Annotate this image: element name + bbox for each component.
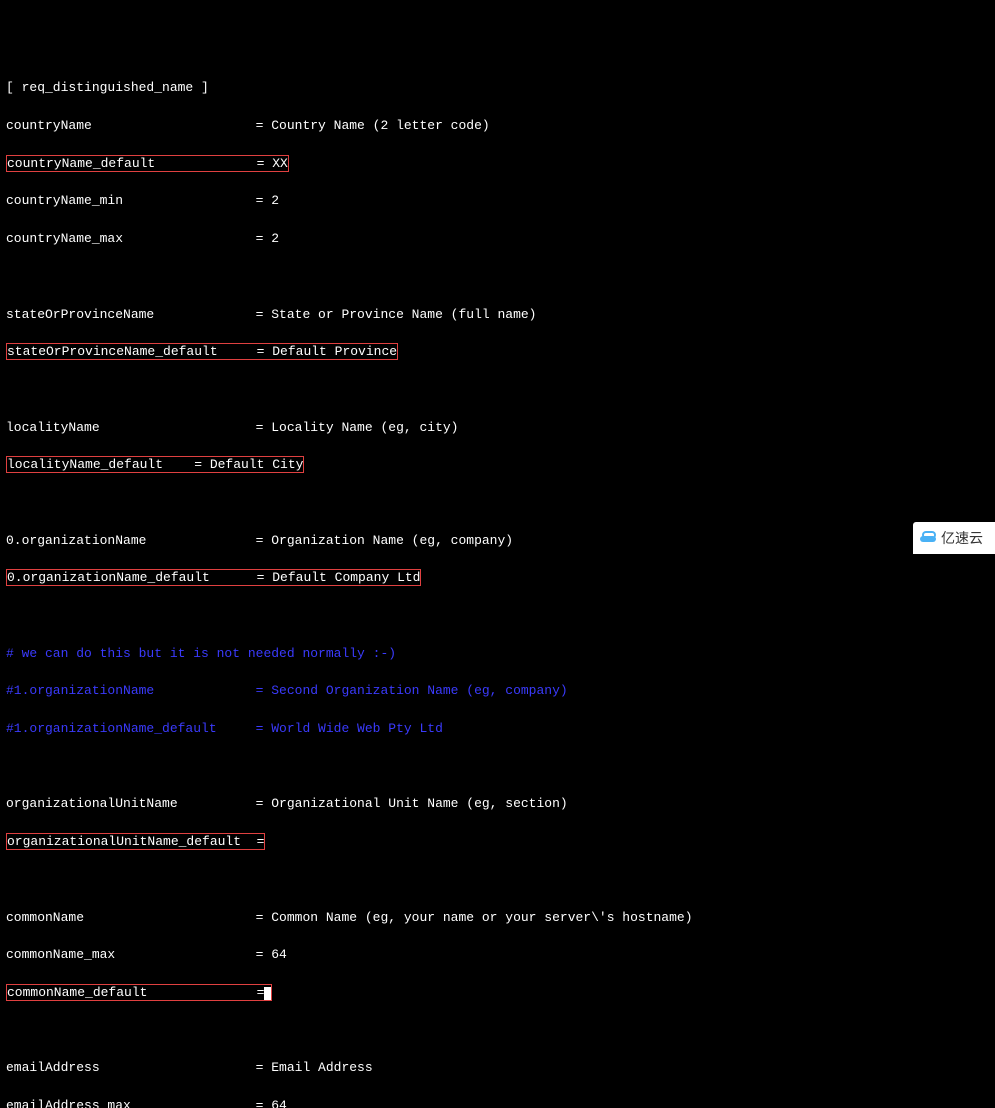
config-line-countryName-default-hl: countryName_default = XX	[6, 155, 989, 174]
config-line-commonName-max: commonName_max = 64	[6, 946, 989, 965]
config-line-localityName-default-hl: localityName_default = Default City	[6, 456, 989, 475]
config-line-organizationName-default-hl: 0.organizationName_default = Default Com…	[6, 569, 989, 588]
blank-line	[6, 268, 989, 287]
highlight-stateOrProvinceName-default: stateOrProvinceName_default = Default Pr…	[6, 343, 398, 360]
blank-line	[6, 607, 989, 626]
config-line-organizationalUnitName: organizationalUnitName = Organizational …	[6, 795, 989, 814]
comment-line-1: # we can do this but it is not needed no…	[6, 645, 989, 664]
config-line-commonName-default-hl: commonName_default =	[6, 984, 989, 1003]
config-line-countryName-min: countryName_min = 2	[6, 192, 989, 211]
config-line-commonName: commonName = Common Name (eg, your name …	[6, 909, 989, 928]
highlight-organizationName-default: 0.organizationName_default = Default Com…	[6, 569, 421, 586]
section-header: [ req_distinguished_name ]	[6, 79, 989, 98]
config-line-localityName: localityName = Locality Name (eg, city)	[6, 419, 989, 438]
highlight-organizationalUnitName-default: organizationalUnitName_default =	[6, 833, 265, 850]
blank-line	[6, 381, 989, 400]
config-line-stateOrProvinceName: stateOrProvinceName = State or Province …	[6, 306, 989, 325]
blank-line	[6, 758, 989, 777]
watermark-logo: 亿速云	[913, 522, 995, 554]
config-line-countryName: countryName = Country Name (2 letter cod…	[6, 117, 989, 136]
config-line-emailAddress-max: emailAddress_max = 64	[6, 1097, 989, 1108]
config-line-countryName-max: countryName_max = 2	[6, 230, 989, 249]
highlight-localityName-default: localityName_default = Default City	[6, 456, 304, 473]
cursor	[264, 987, 271, 1000]
comment-line-3: #1.organizationName_default = World Wide…	[6, 720, 989, 739]
config-line-emailAddress: emailAddress = Email Address	[6, 1059, 989, 1078]
highlight-commonName-default: commonName_default =	[6, 984, 272, 1001]
blank-line	[6, 871, 989, 890]
blank-line	[6, 494, 989, 513]
config-line-organizationalUnitName-default-hl: organizationalUnitName_default =	[6, 833, 989, 852]
blank-line	[6, 1022, 989, 1041]
config-line-stateOrProvinceName-default-hl: stateOrProvinceName_default = Default Pr…	[6, 343, 989, 362]
config-line-organizationName: 0.organizationName = Organization Name (…	[6, 532, 989, 551]
comment-line-2: #1.organizationName = Second Organizatio…	[6, 682, 989, 701]
highlight-countryName-default: countryName_default = XX	[6, 155, 289, 172]
